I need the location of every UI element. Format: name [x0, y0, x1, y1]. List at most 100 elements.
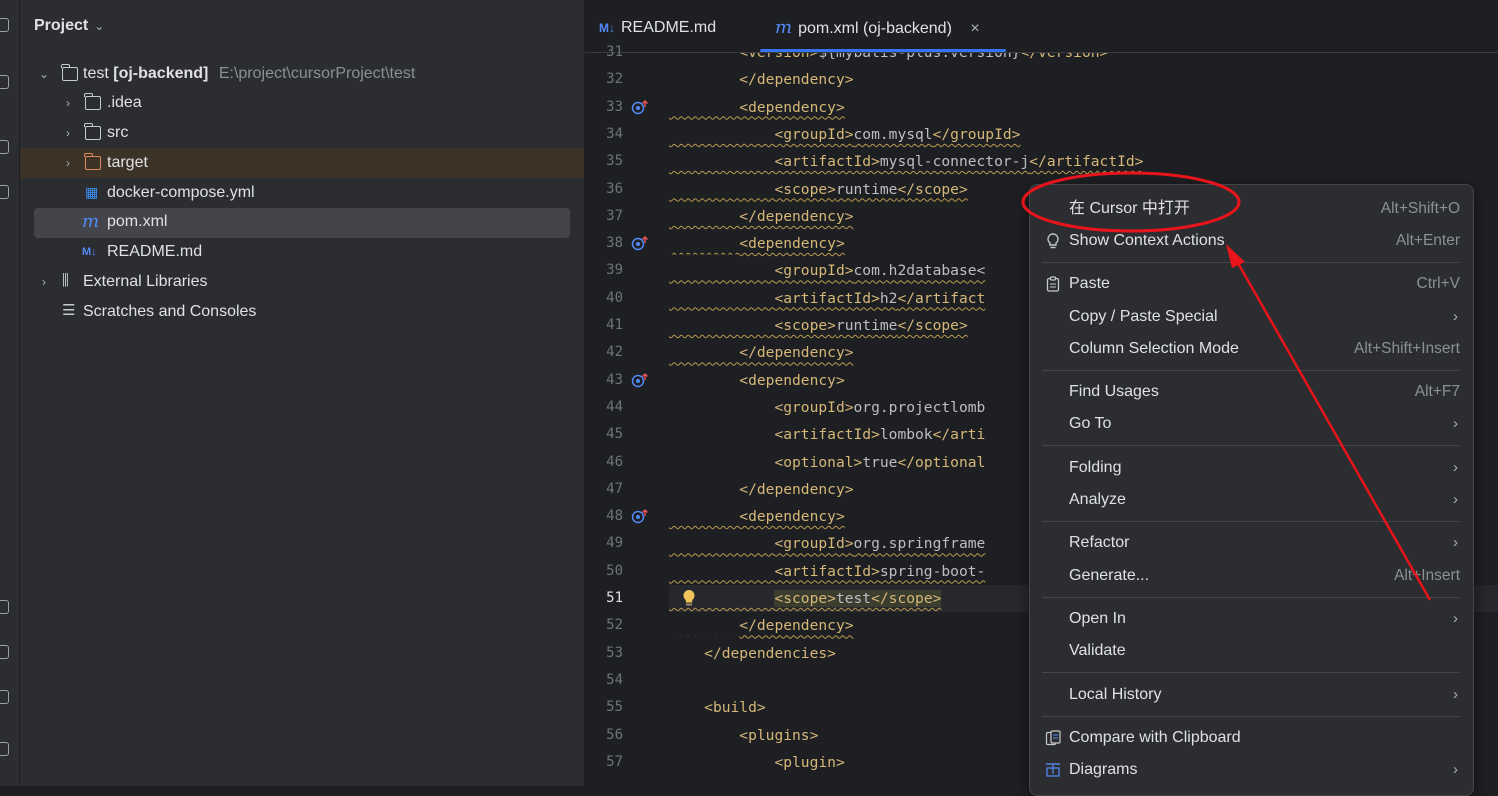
code-line[interactable]: <plugins>: [669, 722, 818, 749]
menu-item-label: Analyze: [1069, 491, 1126, 508]
menu-item-label: Show Context Actions: [1069, 232, 1225, 249]
tree-item-pom[interactable]: m pom.xml: [34, 208, 570, 238]
menu-item-copy-paste-special[interactable]: Copy / Paste Special ›: [1040, 301, 1460, 333]
folder-icon: [84, 123, 101, 140]
menu-item-column-selection-mode[interactable]: Column Selection Mode Alt+Shift+Insert: [1040, 333, 1460, 365]
code-line[interactable]: <artifactId>spring-boot-: [669, 558, 985, 585]
line-number: 57: [606, 753, 623, 770]
code-line[interactable]: <scope>runtime</scope>: [669, 312, 967, 339]
menu-shortcut: Alt+Shift+Insert: [1354, 340, 1460, 357]
code-line[interactable]: </dependencies>: [669, 640, 836, 667]
run-tool-icon[interactable]: [0, 600, 9, 614]
more-tool-icon[interactable]: [0, 185, 9, 199]
code-line[interactable]: </dependency>: [669, 476, 853, 503]
code-line[interactable]: <optional>true</optional: [669, 449, 985, 476]
menu-item-open-in[interactable]: Open In ›: [1040, 603, 1460, 635]
code-line[interactable]: </dependency>: [669, 339, 853, 366]
project-tool-icon[interactable]: [0, 18, 9, 32]
code-line[interactable]: <artifactId>h2</artifact: [669, 285, 985, 312]
close-icon[interactable]: ×: [970, 20, 979, 37]
tree-item-readme[interactable]: M↓ README.md: [20, 237, 584, 267]
code-line[interactable]: <scope>runtime</scope>: [669, 176, 967, 203]
menu-item-paste[interactable]: Paste Ctrl+V: [1040, 268, 1460, 300]
code-line[interactable]: <artifactId>lombok</arti: [669, 421, 985, 448]
tree-item-external-libraries[interactable]: › ⫼ External Libraries: [20, 267, 584, 297]
tree-item-label: .idea: [107, 94, 142, 111]
code-line[interactable]: <dependency>: [669, 367, 844, 394]
chevron-right-icon[interactable]: ›: [62, 88, 74, 118]
project-panel-title[interactable]: Project ⌄: [34, 17, 104, 35]
dependency-update-icon[interactable]: [631, 372, 649, 388]
menu-item-validate[interactable]: Validate: [1040, 635, 1460, 667]
tree-root[interactable]: ⌄ test [oj-backend] E:\project\cursorPro…: [20, 59, 584, 89]
tree-item-label: External Libraries: [83, 273, 208, 290]
commit-tool-icon[interactable]: [0, 75, 9, 89]
line-number: 47: [606, 480, 623, 497]
lightbulb-icon[interactable]: [682, 589, 700, 606]
menu-item-show-context-actions[interactable]: Show Context Actions Alt+Enter: [1040, 225, 1460, 257]
chevron-right-icon: ›: [1453, 761, 1458, 778]
code-line[interactable]: <dependency>: [669, 503, 844, 530]
line-number: 49: [606, 535, 623, 552]
line-number: 42: [606, 344, 623, 361]
chevron-down-icon[interactable]: ⌄: [38, 59, 50, 89]
tree-item-src[interactable]: › src: [20, 118, 584, 148]
menu-item-refactor[interactable]: Refactor ›: [1040, 527, 1460, 559]
menu-item-open-in-cursor[interactable]: 在 Cursor 中打开 Alt+Shift+O: [1040, 193, 1460, 225]
structure-tool-icon[interactable]: [0, 140, 9, 154]
code-line[interactable]: </dependency>: [669, 203, 853, 230]
code-line[interactable]: <build>: [669, 694, 766, 721]
menu-item-compare-with-clipboard[interactable]: Compare with Clipboard: [1040, 722, 1460, 754]
code-line[interactable]: <groupId>org.projectlomb: [669, 394, 985, 421]
line-number: 55: [606, 699, 623, 716]
problems-tool-icon[interactable]: [0, 690, 9, 704]
menu-item-label: Generate...: [1069, 567, 1150, 584]
menu-item-diagrams[interactable]: Diagrams ›: [1040, 754, 1460, 786]
context-menu: 在 Cursor 中打开 Alt+Shift+O Show Context Ac…: [1029, 184, 1474, 796]
code-line[interactable]: <dependency>: [669, 94, 844, 121]
editor-gutter: 31 32 33 34 35 36 37 38 39 40 41 42 43 44 45 46 47 48 49 50…: [585, 44, 669, 786]
code-line[interactable]: <groupId>org.springframe: [669, 530, 985, 557]
line-number: 56: [606, 726, 623, 743]
code-line[interactable]: </dependency>: [669, 66, 853, 93]
tree-item-idea[interactable]: › .idea: [20, 88, 584, 118]
line-number: 39: [606, 262, 623, 279]
menu-item-generate[interactable]: Generate... Alt+Insert: [1040, 560, 1460, 592]
line-number: 45: [606, 426, 623, 443]
markdown-icon: M↓: [82, 246, 97, 258]
menu-item-label: Go To: [1069, 415, 1112, 432]
line-number: 31: [606, 44, 623, 60]
chevron-right-icon: ›: [1453, 308, 1458, 325]
menu-item-label: Validate: [1069, 642, 1126, 659]
folder-icon: [84, 93, 101, 110]
dependency-update-icon[interactable]: [631, 508, 649, 524]
tree-item-target[interactable]: › target: [20, 148, 584, 178]
tree-item-docker-compose[interactable]: ▦ docker-compose.yml: [20, 178, 584, 208]
code-line[interactable]: <groupId>com.h2database<: [669, 257, 985, 284]
tab-pom[interactable]: m pom.xml (oj-backend) ×: [775, 0, 980, 52]
code-line[interactable]: <artifactId>mysql-connector-j</artifactI…: [669, 148, 1143, 175]
chevron-right-icon[interactable]: ›: [62, 148, 74, 178]
menu-separator: [1042, 597, 1460, 598]
chevron-right-icon[interactable]: ›: [38, 267, 50, 297]
menu-item-folding[interactable]: Folding ›: [1040, 452, 1460, 484]
chevron-right-icon[interactable]: ›: [62, 118, 74, 148]
chevron-right-icon: ›: [1453, 491, 1458, 508]
services-tool-icon[interactable]: [0, 645, 9, 659]
tree-item-scratches[interactable]: ☰ Scratches and Consoles: [20, 297, 584, 327]
code-line[interactable]: <version>${mybatis-plus.version}</versio…: [669, 53, 1108, 66]
code-line[interactable]: <plugin>: [669, 749, 844, 776]
code-line[interactable]: <groupId>com.mysql</groupId>: [669, 121, 1020, 148]
dependency-update-icon[interactable]: [631, 99, 649, 115]
terminal-tool-icon[interactable]: [0, 742, 9, 756]
menu-item-go-to[interactable]: Go To ›: [1040, 408, 1460, 440]
menu-shortcut: Alt+F7: [1414, 383, 1460, 400]
code-line[interactable]: <dependency>: [669, 230, 844, 257]
clipboard-icon: [1045, 276, 1061, 292]
menu-item-analyze[interactable]: Analyze ›: [1040, 484, 1460, 516]
dependency-update-icon[interactable]: [631, 235, 649, 251]
menu-item-find-usages[interactable]: Find Usages Alt+F7: [1040, 376, 1460, 408]
menu-item-local-history[interactable]: Local History ›: [1040, 679, 1460, 711]
code-line[interactable]: </dependency>: [669, 612, 853, 639]
line-number: 37: [606, 207, 623, 224]
